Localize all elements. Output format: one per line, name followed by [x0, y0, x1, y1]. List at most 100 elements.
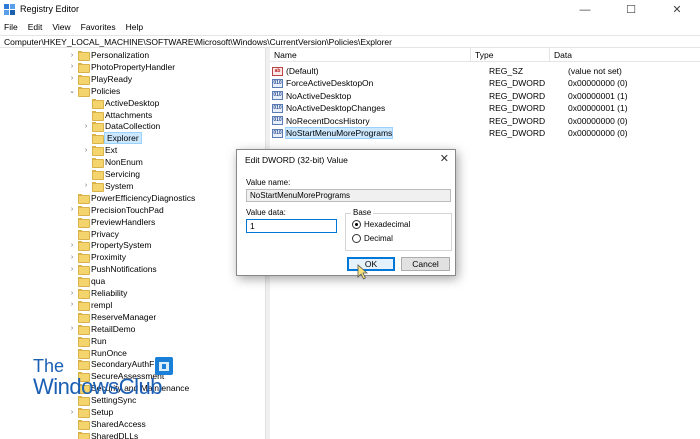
address-bar[interactable]: Computer\HKEY_LOCAL_MACHINE\SOFTWARE\Mic…	[0, 35, 700, 48]
tree-item[interactable]: ReserveManager	[68, 311, 156, 323]
tree-item[interactable]: › Proximity	[68, 251, 126, 264]
tree-item[interactable]: › RetailDemo	[68, 323, 135, 335]
chevron-right-icon[interactable]: ›	[68, 206, 76, 213]
folder-icon	[78, 324, 90, 335]
tree-item[interactable]: PowerEfficiencyDiagnostics	[68, 192, 195, 204]
tree-item[interactable]: › DataCollection	[82, 120, 161, 133]
tree-item[interactable]: › Reliability	[68, 287, 127, 299]
folder-icon	[78, 74, 90, 85]
tree-item-label: DataCollection	[105, 121, 161, 132]
menu-favorites[interactable]: Favorites	[81, 22, 116, 32]
menu-view[interactable]: View	[52, 22, 70, 32]
folder-icon	[78, 217, 90, 228]
value-row[interactable]: 010 NoRecentDocsHistory REG_DWORD 0x0000000…	[270, 115, 700, 127]
tree-item[interactable]: Servicing	[82, 168, 140, 180]
folder-icon	[78, 205, 90, 216]
chevron-right-icon[interactable]: ›	[82, 182, 90, 189]
column-header-name[interactable]: Name	[270, 48, 471, 61]
value-row[interactable]: 010 NoActiveDesktop REG_DWORD 0x00000001 (1…	[270, 90, 700, 102]
tree-item[interactable]: ⌄ Policies	[68, 85, 120, 97]
radio-hexadecimal[interactable]: Hexadecimal	[352, 220, 410, 229]
value-name-text: ForceActiveDesktopOn	[286, 78, 374, 89]
binary-value-icon: 010	[272, 78, 283, 88]
value-row[interactable]: ab (Default) REG_SZ (value not set)	[270, 65, 700, 77]
value-row[interactable]: 010 NoStartMenuMorePrograms REG_DWORD 0x000…	[270, 127, 700, 139]
tree-item[interactable]: › System	[82, 180, 133, 192]
menu-file[interactable]: File	[4, 22, 18, 32]
tree-item[interactable]: › Ext	[82, 144, 117, 157]
value-type-cell: REG_DWORD	[489, 78, 546, 89]
folder-icon	[78, 229, 90, 240]
edit-dword-dialog: Edit DWORD (32-bit) Value ✕ Value name: …	[236, 149, 456, 276]
radio-decimal[interactable]: Decimal	[352, 234, 393, 243]
tree-item[interactable]: SharedDLLs	[68, 430, 138, 439]
folder-icon	[92, 146, 104, 157]
value-data-cell: 0x00000001 (1)	[568, 103, 628, 114]
tree-item-label: Run	[91, 335, 107, 346]
radio-dec-circle[interactable]	[352, 234, 361, 243]
chevron-right-icon[interactable]: ›	[68, 290, 76, 297]
close-button[interactable]: ✕	[654, 0, 700, 19]
minimize-button[interactable]: —	[562, 0, 608, 19]
tree-item[interactable]: › PushNotifications	[68, 263, 157, 276]
chevron-right-icon[interactable]: ›	[68, 409, 76, 416]
tree-item[interactable]: PreviewHandlers	[68, 216, 155, 228]
chevron-right-icon[interactable]: ›	[68, 52, 76, 59]
tree-item[interactable]: › PrecisionTouchPad	[68, 204, 164, 216]
chevron-right-icon[interactable]: ›	[68, 63, 76, 70]
chevron-right-icon[interactable]: ›	[68, 75, 76, 82]
menu-edit[interactable]: Edit	[28, 22, 43, 32]
tree-item-label: PrecisionTouchPad	[91, 204, 164, 215]
column-header-data[interactable]: Data	[550, 48, 700, 61]
value-name-cell: ForceActiveDesktopOn	[286, 78, 489, 88]
radio-dec-label: Decimal	[364, 234, 393, 243]
title-bar: Registry Editor — ☐ ✕	[0, 0, 700, 19]
tree-item[interactable]: › PhotoPropertyHandler	[68, 61, 175, 73]
value-data-cell: 0x00000000 (0)	[568, 128, 628, 138]
menu-help[interactable]: Help	[126, 22, 143, 32]
maximize-button[interactable]: ☐	[608, 0, 654, 19]
tree-item-label: SharedAccess	[91, 418, 146, 429]
tree-item[interactable]: Attachments	[82, 109, 152, 121]
chevron-right-icon[interactable]: ›	[68, 242, 76, 249]
chevron-down-icon[interactable]: ⌄	[68, 87, 76, 95]
chevron-right-icon[interactable]: ›	[82, 123, 90, 130]
chevron-right-icon[interactable]: ›	[68, 325, 76, 332]
dialog-close-icon[interactable]: ✕	[440, 152, 449, 165]
tree-item-label: Attachments	[105, 109, 153, 120]
dialog-title: Edit DWORD (32-bit) Value	[245, 155, 348, 165]
chevron-right-icon[interactable]: ›	[68, 266, 76, 273]
tree-item[interactable]: SharedAccess	[68, 418, 146, 430]
value-row[interactable]: 010 NoActiveDesktopChanges REG_DWORD 0x0000…	[270, 102, 700, 114]
tree-item[interactable]: Run	[68, 335, 107, 347]
radio-hex-circle[interactable]	[352, 220, 361, 229]
chevron-right-icon[interactable]: ›	[82, 147, 90, 154]
value-name-cell: NoStartMenuMorePrograms	[284, 127, 489, 139]
value-data-cell: 0x00000001 (1)	[568, 90, 628, 101]
folder-icon	[78, 408, 90, 418]
value-type-cell: REG_DWORD	[489, 128, 546, 138]
tree-item[interactable]: › Setup	[68, 406, 113, 418]
value-row[interactable]: 010 ForceActiveDesktopOn REG_DWORD 0x000000…	[270, 77, 700, 89]
string-value-icon: ab	[272, 66, 283, 76]
ok-button[interactable]: OK	[347, 257, 395, 271]
menu-bar: File Edit View Favorites Help	[0, 19, 700, 34]
tree-item[interactable]: Explorer	[82, 132, 142, 145]
tree-item[interactable]: qua	[68, 275, 105, 288]
chevron-right-icon[interactable]: ›	[68, 301, 76, 308]
tree-item[interactable]: › rempl	[68, 299, 112, 311]
folder-icon	[78, 86, 90, 97]
folder-icon	[78, 431, 90, 439]
tree-item[interactable]: ActiveDesktop	[82, 97, 159, 109]
tree-item-label: Privacy	[91, 228, 119, 239]
chevron-right-icon[interactable]: ›	[68, 254, 76, 261]
tree-item[interactable]: › PlayReady	[68, 73, 132, 85]
tree-item[interactable]: › Personalization	[68, 49, 149, 61]
tree-item[interactable]: › PropertySystem	[68, 239, 151, 252]
tree-item[interactable]: Privacy	[68, 228, 119, 240]
cancel-button[interactable]: Cancel	[401, 257, 450, 271]
column-header-type[interactable]: Type	[471, 48, 550, 61]
folder-icon	[78, 253, 90, 264]
value-data-input[interactable]: 1	[246, 219, 337, 233]
tree-item[interactable]: NonEnum	[82, 156, 143, 169]
